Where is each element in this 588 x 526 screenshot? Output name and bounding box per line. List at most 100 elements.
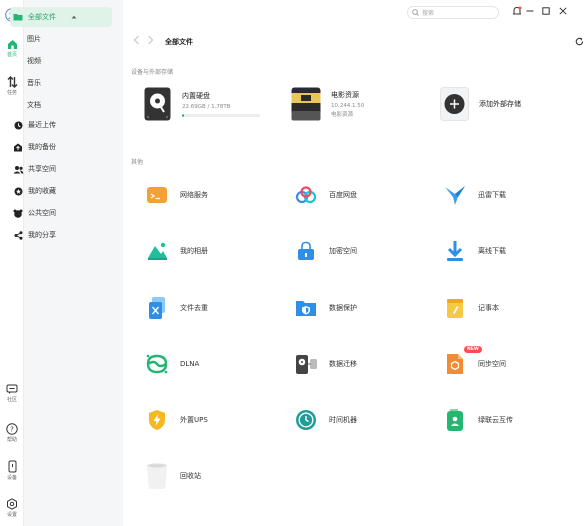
rail-home-label: 首页	[6, 52, 17, 58]
recent-upload-icon	[14, 121, 22, 129]
app-dedupe[interactable]: 文件去重	[145, 295, 208, 321]
app-label: 迅雷下载	[478, 191, 506, 199]
add-storage-icon	[440, 87, 469, 121]
thunder-download-icon	[445, 186, 465, 205]
disk-usage: 22.69GB / 1.78TB	[182, 104, 231, 110]
device-name: 添加外部存储	[479, 100, 521, 108]
sidebar-item-label: 公共空间	[28, 209, 56, 217]
data-migration-icon	[296, 355, 317, 374]
disk-usage-fill	[182, 114, 184, 117]
sidebar-item-recent-upload[interactable]: 最近上传	[10, 115, 112, 135]
shared-space-icon	[13, 165, 23, 173]
rail-community[interactable]: 社区	[0, 384, 24, 403]
app-data-protection[interactable]: 数据保护	[294, 295, 357, 321]
app-sync-space[interactable]: NEW 同步空间	[443, 346, 506, 377]
refresh-button[interactable]	[573, 35, 585, 47]
sidebar-sub-images[interactable]: 图片	[27, 34, 41, 44]
app-notepad[interactable]: 记事本	[443, 295, 499, 321]
device-subtitle: 电影资源	[331, 112, 354, 118]
app-network-service[interactable]: 网络服务	[145, 182, 208, 208]
community-icon	[6, 384, 18, 394]
folder-icon	[13, 14, 23, 21]
rail-tasks-label: 任务	[6, 90, 17, 96]
app-thunder-download[interactable]: 迅雷下载	[443, 182, 506, 208]
sidebar-item-public-space[interactable]: 公共空间	[10, 203, 112, 223]
rail-device[interactable]: 设备	[0, 460, 24, 481]
rail-device-label: 设备	[6, 475, 17, 481]
app-time-machine[interactable]: 时间机器	[294, 407, 357, 433]
app-encrypted-space[interactable]: 加密空间	[294, 238, 357, 264]
notepad-icon	[447, 299, 463, 318]
close-icon	[559, 7, 567, 15]
app-data-migration[interactable]: 数据迁移	[294, 351, 357, 377]
chevron-right-icon	[148, 35, 154, 45]
sidebar-sub-docs[interactable]: 文档	[27, 100, 41, 110]
sidebar-item-all-files[interactable]: 全部文件	[10, 7, 112, 27]
favorite-icon	[14, 187, 22, 195]
device-internal-disk[interactable]: 内置硬盘 22.69GB / 1.78TB	[144, 87, 260, 121]
share-icon	[14, 230, 22, 240]
app-recycle-bin[interactable]: 回收站	[145, 463, 201, 489]
sidebar-item-label: 共享空间	[28, 165, 56, 173]
app-offline-download[interactable]: 离线下载	[443, 238, 506, 264]
hard-disk-icon	[144, 87, 171, 121]
rail-help[interactable]: ? 帮助	[0, 423, 24, 443]
home-icon	[7, 40, 17, 49]
rail-tasks[interactable]: 任务	[0, 76, 24, 96]
app-label: 同步空间	[478, 360, 506, 368]
app-baidu-netdisk[interactable]: 百度网盘	[294, 182, 357, 208]
ugreen-transfer-icon	[447, 409, 463, 431]
rail-help-label: 帮助	[6, 437, 17, 443]
device-name: 电影资源	[331, 91, 359, 99]
data-protection-icon	[296, 301, 316, 316]
app-ugreen-transfer[interactable]: 绿联云互传	[443, 407, 513, 433]
maximize-icon	[542, 7, 550, 15]
app-photo-album[interactable]: 我的相册	[145, 238, 208, 264]
help-icon: ?	[6, 423, 18, 435]
app-label: 文件去重	[180, 304, 208, 312]
sidebar-item-my-share[interactable]: 我的分享	[10, 225, 112, 245]
network-service-icon	[147, 187, 167, 203]
devices-section-title: 设备与外部存储	[131, 69, 174, 76]
dlna-icon	[146, 354, 168, 374]
search-icon	[412, 9, 419, 16]
maximize-button[interactable]	[540, 5, 552, 17]
refresh-icon	[575, 37, 583, 45]
backup-icon	[14, 143, 22, 151]
app-label: 加密空间	[329, 247, 357, 255]
sidebar-item-label: 我的备份	[28, 143, 56, 151]
device-icon	[8, 460, 16, 473]
app-label: 数据保护	[329, 304, 357, 312]
offline-download-icon	[447, 241, 463, 261]
photo-album-icon	[148, 242, 167, 260]
close-button[interactable]	[557, 5, 569, 17]
sidebar-sub-music[interactable]: 音乐	[27, 78, 41, 88]
sidebar-item-favorites[interactable]: 我的收藏	[10, 181, 112, 201]
app-label: 记事本	[478, 304, 499, 312]
minimize-button[interactable]	[524, 5, 536, 17]
rail-settings[interactable]: 设置	[0, 498, 24, 518]
add-external-storage[interactable]: 添加外部存储	[440, 87, 521, 121]
app-label: 时间机器	[329, 416, 357, 424]
forward-button[interactable]	[147, 35, 154, 48]
sidebar-item-backup[interactable]: 我的备份	[10, 137, 112, 157]
chevron-up-icon[interactable]	[71, 15, 77, 19]
app-label: 外置UPS	[180, 416, 208, 424]
minimize-icon	[526, 10, 534, 12]
sidebar-item-label: 我的收藏	[28, 187, 56, 195]
device-nas-share[interactable]: 电影资源 10.244.1.50 电影资源	[291, 87, 364, 121]
dedupe-icon	[149, 297, 165, 319]
notification-button[interactable]	[511, 5, 523, 17]
app-label: 离线下载	[478, 247, 506, 255]
app-external-ups[interactable]: 外置UPS	[145, 407, 208, 433]
sidebar-item-shared-space[interactable]: 共享空间	[10, 159, 112, 179]
app-dlna[interactable]: DLNA	[145, 351, 199, 377]
app-label: 绿联云互传	[478, 416, 513, 424]
sidebar-item-label: 全部文件	[28, 13, 56, 21]
sidebar-sub-videos[interactable]: 视频	[27, 56, 41, 66]
back-button[interactable]	[133, 35, 140, 48]
search-placeholder: 搜索	[422, 10, 435, 17]
rail-home[interactable]: 首页	[0, 39, 24, 58]
search-input[interactable]: 搜索	[407, 6, 499, 19]
recycle-bin-icon	[146, 463, 168, 489]
